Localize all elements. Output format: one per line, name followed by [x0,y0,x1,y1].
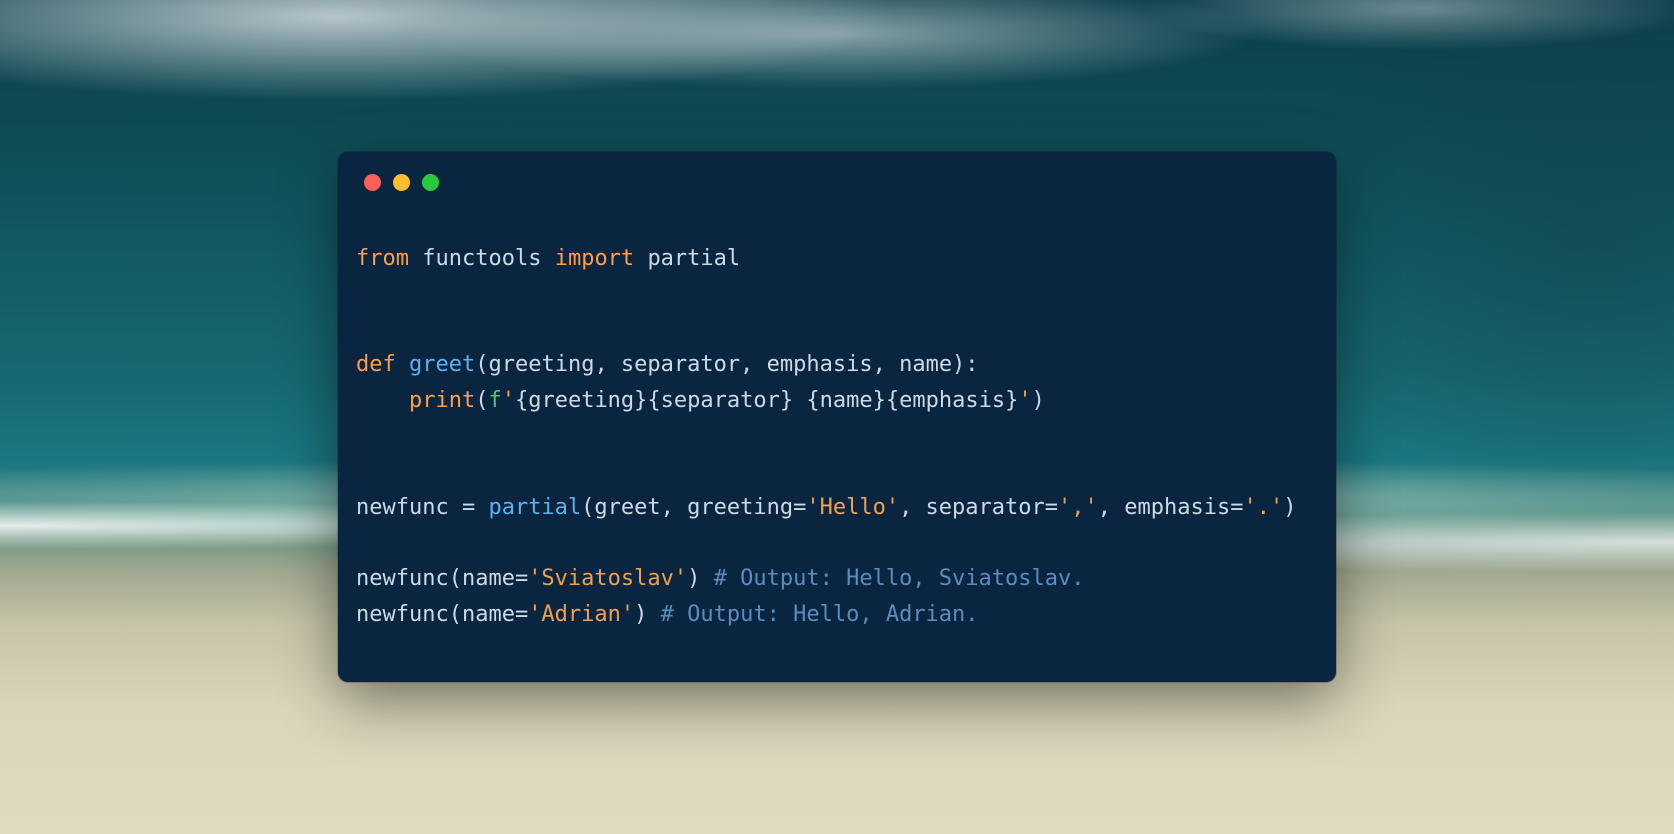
window-titlebar [338,152,1336,201]
code-window: from functools import partial def greet(g… [338,152,1336,683]
keyword-from: from [356,246,409,271]
code-line-print: print(f'{greeting}{separator} {name}{emp… [356,383,1318,419]
code-line-1: from functools import partial [356,241,1318,277]
call-partial: partial [488,495,581,520]
code-line-call-2: newfunc(name='Adrian') # Output: Hello, … [356,597,1318,633]
maximize-icon[interactable] [422,174,439,191]
builtin-print: print [409,388,475,413]
string-literal: 'Hello' [806,495,899,520]
keyword-import: import [555,246,634,271]
string-literal: ',' [1058,495,1098,520]
fstring-expr: {greeting} [515,388,647,413]
code-line-newfunc-assign: newfunc = partial(greet, greeting='Hello… [356,490,1318,526]
blank-line [356,419,1318,455]
imported-name: partial [647,246,740,271]
blank-line [356,526,1318,562]
string-literal: 'Sviatoslav' [528,566,687,591]
blank-line [356,454,1318,490]
fstring-prefix: f [488,388,501,413]
fstring-expr: {name} [806,388,885,413]
string-literal: '.' [1243,495,1283,520]
code-line-def: def greet(greeting, separator, emphasis,… [356,347,1318,383]
module-name: functools [422,246,541,271]
function-name: greet [409,352,475,377]
code-area: from functools import partial def greet(g… [338,201,1336,653]
fstring-expr: {separator} [647,388,793,413]
code-line-call-1: newfunc(name='Sviatoslav') # Output: Hel… [356,561,1318,597]
fstring-literal [793,388,806,413]
comment: # Output: Hello, Sviatoslav. [714,566,1085,591]
fstring-expr: {emphasis} [886,388,1018,413]
string-literal: 'Adrian' [528,602,634,627]
comment: # Output: Hello, Adrian. [661,602,979,627]
minimize-icon[interactable] [393,174,410,191]
close-icon[interactable] [364,174,381,191]
function-signature: (greeting, separator, emphasis, name): [475,352,978,377]
keyword-def: def [356,352,396,377]
blank-line [356,312,1318,348]
blank-line [356,276,1318,312]
